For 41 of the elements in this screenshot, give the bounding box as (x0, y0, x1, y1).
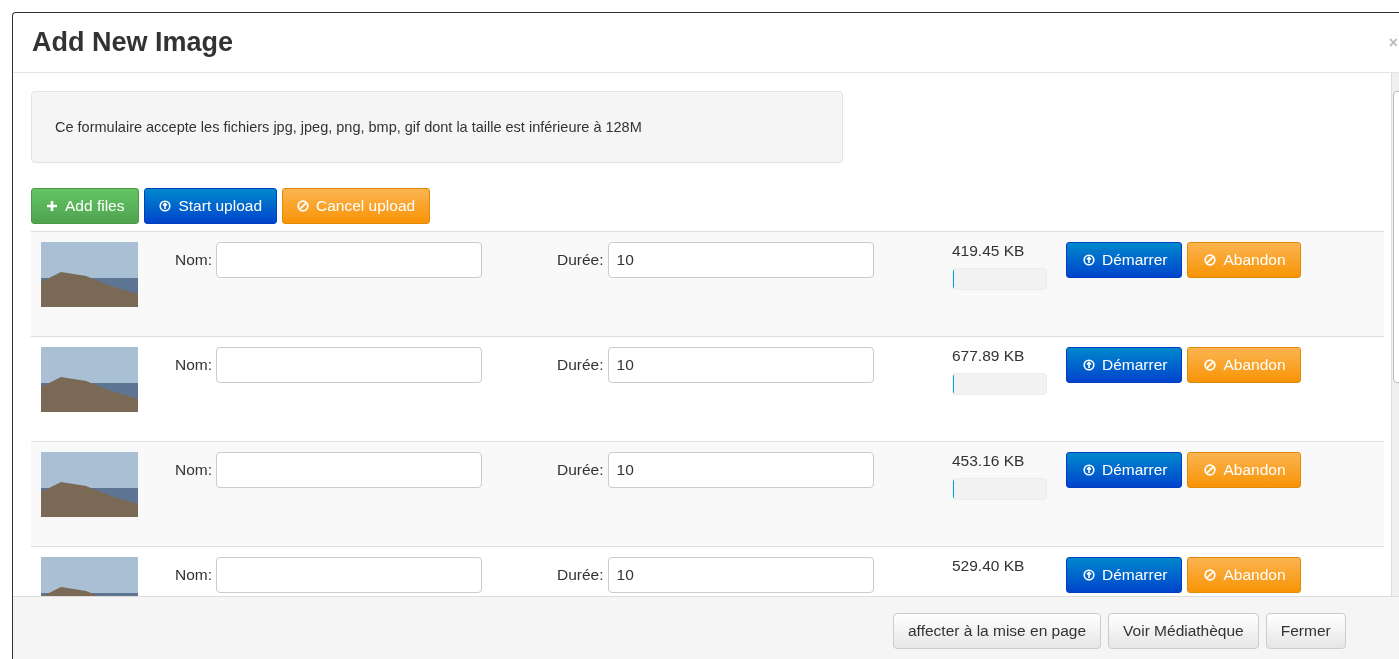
info-notice: Ce formulaire accepte les fichiers jpg, jpeg, png, bmp, gif dont la taille est inférieure à 128M (31, 91, 843, 163)
name-label: Nom: (175, 565, 213, 585)
footer-button[interactable]: Fermer (1265, 613, 1346, 649)
name-input[interactable] (216, 242, 483, 278)
file-size: 529.40 KB (952, 557, 1026, 575)
duration-input[interactable]: 10 (607, 452, 874, 488)
start-button[interactable]: Start upload (144, 188, 278, 224)
duration-label: Durée: (557, 460, 604, 480)
duration-input[interactable]: 10 (607, 557, 874, 593)
footer-button[interactable]: affecter à la mise en page (893, 613, 1102, 649)
duration-input[interactable]: 10 (607, 242, 874, 278)
prohibited-icon (1204, 359, 1217, 371)
start-button[interactable]: Démarrer (1066, 452, 1183, 488)
duration-label: Durée: (557, 565, 604, 585)
start-button[interactable]: Démarrer (1066, 347, 1183, 383)
upload-icon (1083, 464, 1095, 476)
file-size: 419.45 KB (952, 242, 1026, 260)
plus-icon (46, 200, 58, 212)
duration-input[interactable]: 10 (607, 347, 874, 383)
upload-icon (159, 200, 172, 212)
name-input[interactable] (216, 452, 483, 488)
dialog-title: Add New Image (32, 27, 234, 58)
upload-icon (1083, 254, 1095, 266)
file-size: 453.16 KB (952, 452, 1026, 470)
file-size: 677.89 KB (952, 347, 1026, 365)
duration-label: Durée: (557, 355, 604, 375)
name-label: Nom: (175, 355, 213, 375)
name-label: Nom: (175, 460, 213, 480)
prohibited-icon (1204, 464, 1217, 476)
duration-label: Durée: (557, 250, 604, 270)
prohibited-icon (297, 200, 310, 212)
prohibited-icon (1204, 254, 1217, 266)
name-input[interactable] (216, 347, 483, 383)
start-button[interactable]: Démarrer (1066, 242, 1183, 278)
name-input[interactable] (216, 557, 483, 593)
upload-icon (1083, 359, 1095, 371)
name-label: Nom: (175, 250, 213, 270)
upload-icon (1083, 569, 1095, 581)
prohibited-icon (1204, 569, 1217, 581)
start-button[interactable]: Démarrer (1066, 557, 1183, 593)
footer-button[interactable]: Voir Médiathèque (1108, 613, 1259, 649)
